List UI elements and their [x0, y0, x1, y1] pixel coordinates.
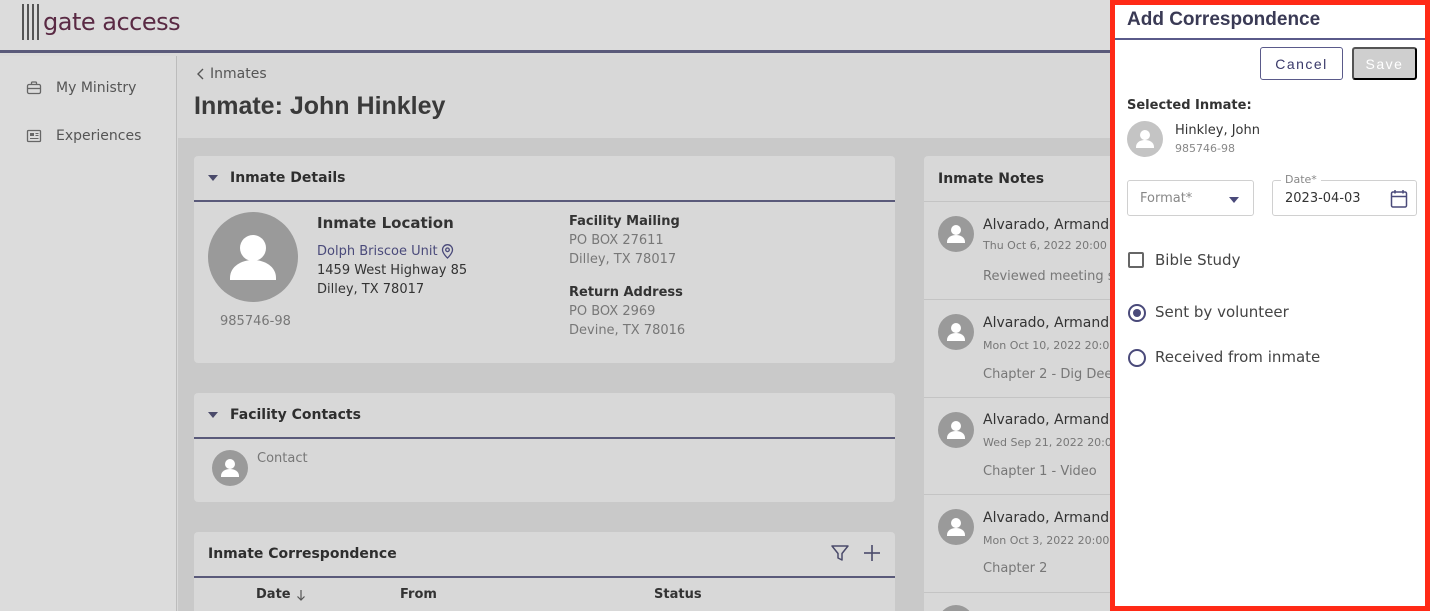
- person-icon: [947, 225, 965, 243]
- inmate-details-card: Inmate Details 985746-98 Inmate Location…: [194, 156, 895, 363]
- note-date: Mon Oct 10, 2022 20:00 P: [983, 339, 1127, 352]
- date-field[interactable]: Date* 2023-04-03: [1272, 173, 1417, 216]
- format-placeholder: Format*: [1140, 191, 1193, 206]
- note-author: Alvarado, Armando: [983, 217, 1118, 233]
- briefcase-icon: [26, 81, 42, 95]
- selected-inmate-label: Selected Inmate:: [1127, 98, 1252, 113]
- collapse-caret-icon: [208, 412, 218, 418]
- date-label: Date*: [1281, 173, 1321, 186]
- bible-study-label[interactable]: Bible Study: [1155, 251, 1240, 269]
- page-title: Inmate: John Hinkley: [194, 92, 446, 120]
- person-icon: [221, 459, 239, 477]
- unit-link[interactable]: Dolph Briscoe Unit: [317, 244, 454, 259]
- section-title: Inmate Details: [230, 170, 346, 186]
- return-address-line1: PO BOX 2969: [569, 304, 656, 319]
- address-line2: Dilley, TX 78017: [317, 282, 425, 297]
- logo-bars-icon: [22, 4, 39, 40]
- sidebar-item-label: Experiences: [56, 128, 142, 144]
- panel-title: Add Correspondence: [1127, 9, 1321, 30]
- note-author: Alvarado, Armando: [983, 412, 1118, 428]
- facility-contacts-header[interactable]: Facility Contacts: [194, 393, 895, 439]
- address-line1: 1459 West Highway 85: [317, 263, 468, 278]
- selected-inmate-name: Hinkley, John: [1175, 123, 1260, 138]
- person-icon: [947, 323, 965, 341]
- facility-mailing-line2: Dilley, TX 78017: [569, 252, 677, 267]
- section-title: Inmate Notes: [938, 170, 1045, 187]
- collapse-caret-icon: [208, 175, 218, 181]
- return-address-line2: Devine, TX 78016: [569, 323, 686, 338]
- sort-down-arrow-icon: [296, 589, 305, 601]
- app-logo[interactable]: gate access: [22, 4, 181, 40]
- location-title: Inmate Location: [317, 214, 454, 232]
- contact-avatar: [212, 450, 248, 486]
- radio-sent-label[interactable]: Sent by volunteer: [1155, 303, 1289, 321]
- facility-mailing-line1: PO BOX 27611: [569, 233, 664, 248]
- section-title: Facility Contacts: [230, 407, 361, 423]
- cancel-button[interactable]: Cancel: [1260, 47, 1343, 80]
- column-header-from[interactable]: From: [400, 587, 437, 602]
- unit-link-label: Dolph Briscoe Unit: [317, 244, 438, 259]
- radio-received-from-inmate[interactable]: [1128, 349, 1146, 367]
- note-text: Chapter 2 - Dig Dee: [983, 367, 1113, 382]
- selected-inmate-id: 985746-98: [1175, 142, 1235, 155]
- logo-text: gate access: [43, 8, 181, 36]
- filter-icon[interactable]: [830, 543, 850, 563]
- calendar-icon[interactable]: [1390, 189, 1408, 209]
- correspondence-header: Inmate Correspondence: [194, 532, 895, 578]
- breadcrumb-label: Inmates: [210, 66, 267, 82]
- location-pin-icon: [441, 244, 453, 259]
- sidebar: My Ministry Experiences: [0, 56, 177, 611]
- note-text: Chapter 2: [983, 561, 1048, 576]
- column-label: Date: [256, 587, 291, 602]
- inmate-avatar: [208, 212, 298, 302]
- date-value: 2023-04-03: [1285, 191, 1361, 206]
- note-avatar: [938, 509, 974, 545]
- person-icon: [230, 235, 276, 280]
- person-icon: [947, 518, 965, 536]
- note-author: Alvarado, Armando: [983, 315, 1118, 331]
- inmate-id: 985746-98: [220, 314, 291, 329]
- note-avatar: [938, 216, 974, 252]
- note-avatar: [938, 412, 974, 448]
- breadcrumb[interactable]: Inmates: [196, 66, 267, 82]
- note-author: Alvarado, Armando: [983, 510, 1118, 526]
- note-avatar: [938, 314, 974, 350]
- correspondence-card: Inmate Correspondence Date From Status: [194, 532, 895, 611]
- note-date: Wed Sep 21, 2022 20:00: [983, 436, 1119, 449]
- facility-mailing-title: Facility Mailing: [569, 214, 680, 229]
- selected-inmate-avatar: [1127, 121, 1163, 157]
- radio-received-label[interactable]: Received from inmate: [1155, 348, 1320, 366]
- add-correspondence-panel: Add Correspondence Cancel Save Selected …: [1110, 0, 1430, 611]
- column-header-status[interactable]: Status: [654, 587, 702, 602]
- chevron-left-icon: [197, 68, 204, 80]
- save-button[interactable]: Save: [1352, 47, 1417, 80]
- section-title: Inmate Correspondence: [208, 546, 397, 562]
- contact-label: Contact: [257, 451, 308, 466]
- note-date: Thu Oct 6, 2022 20:00 PM: [983, 239, 1127, 252]
- add-icon[interactable]: [862, 543, 882, 563]
- newspaper-icon: [26, 129, 42, 143]
- bible-study-checkbox[interactable]: [1128, 252, 1144, 268]
- person-icon: [947, 421, 965, 439]
- radio-sent-by-volunteer[interactable]: [1128, 304, 1146, 322]
- note-text: Reviewed meeting s: [983, 269, 1115, 284]
- column-header-date[interactable]: Date: [256, 587, 306, 602]
- facility-contacts-card: Facility Contacts Contact: [194, 393, 895, 502]
- note-avatar: [938, 605, 974, 611]
- note-text: Chapter 1 - Video: [983, 464, 1097, 479]
- format-select[interactable]: Format*: [1127, 180, 1254, 216]
- person-icon: [1136, 130, 1154, 148]
- return-address-title: Return Address: [569, 285, 683, 300]
- note-date: Mon Oct 3, 2022 20:00 P: [983, 534, 1120, 547]
- sidebar-item-experiences[interactable]: Experiences: [26, 128, 141, 144]
- inmate-details-header[interactable]: Inmate Details: [194, 156, 895, 202]
- sidebar-item-my-ministry[interactable]: My Ministry: [26, 80, 136, 96]
- panel-divider: [1115, 38, 1425, 40]
- sidebar-item-label: My Ministry: [56, 80, 137, 96]
- caret-down-icon: [1229, 197, 1239, 203]
